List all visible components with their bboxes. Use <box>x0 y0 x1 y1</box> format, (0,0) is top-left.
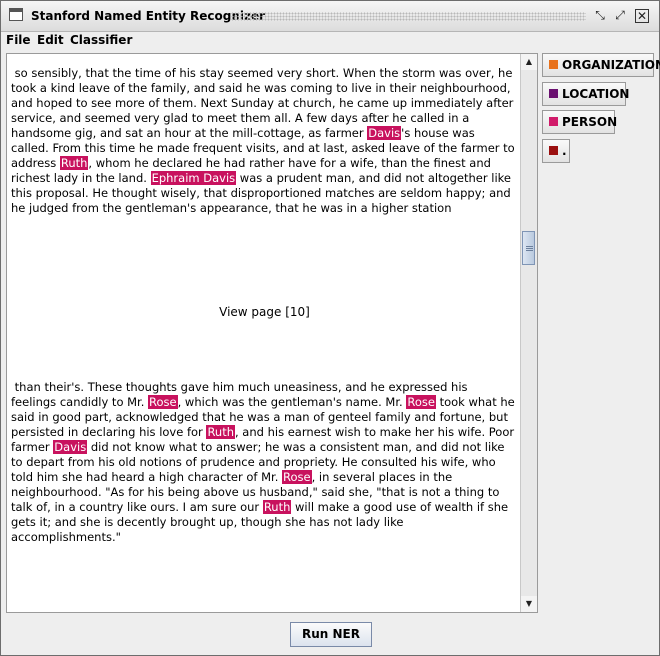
text-paragraph: than their's. These thoughts gave him mu… <box>11 380 516 545</box>
entity-highlight: Ruth <box>206 425 235 439</box>
entity-highlight: Davis <box>367 126 402 140</box>
entity-label: . <box>562 144 567 158</box>
scroll-up-icon[interactable]: ▲ <box>521 54 537 70</box>
menu-edit[interactable]: Edit <box>37 33 64 47</box>
entity-person-button[interactable]: PERSON <box>542 110 618 134</box>
entity-highlight: Rose <box>282 470 312 484</box>
entity-highlight: Ephraim Davis <box>150 171 237 185</box>
run-ner-button[interactable]: Run NER <box>290 622 372 647</box>
title-bar[interactable]: Stanford Named Entity Recognizer ⤡ ⤢ ✕ <box>1 1 659 32</box>
entity-highlight: Rose <box>148 395 178 409</box>
window-title: Stanford Named Entity Recognizer <box>31 9 266 23</box>
vertical-scrollbar[interactable]: ▲ ▼ <box>520 54 537 612</box>
entity-organization-button[interactable]: ORGANIZATION <box>542 53 660 77</box>
entity-location-button[interactable]: LOCATION <box>542 82 630 106</box>
document-text-pane[interactable]: so sensibly, that the time of his stay s… <box>6 53 538 613</box>
menu-classifier[interactable]: Classifier <box>70 33 132 47</box>
entity-other-button[interactable]: . <box>542 139 570 163</box>
entity-label: ORGANIZATION <box>562 58 660 72</box>
entity-label: LOCATION <box>562 87 630 101</box>
entity-highlight: Rose <box>406 395 436 409</box>
organization-color-swatch <box>549 60 558 69</box>
entity-highlight: Ruth <box>262 500 292 514</box>
text-segment: , which was the gentleman's name. Mr. <box>177 395 407 409</box>
menu-file[interactable]: File <box>6 33 31 47</box>
app-window: Stanford Named Entity Recognizer ⤡ ⤢ ✕ F… <box>0 0 660 656</box>
menu-bar: File Edit Classifier <box>1 32 659 50</box>
entity-highlight: Ruth <box>59 156 89 170</box>
person-color-swatch <box>549 117 558 126</box>
page-label: View page [10] <box>219 305 310 319</box>
minimize-icon[interactable]: ⤡ <box>592 8 608 23</box>
text-paragraph: so sensibly, that the time of his stay s… <box>11 66 516 216</box>
entity-highlight: Davis <box>53 440 88 454</box>
location-color-swatch <box>549 89 558 98</box>
maximize-icon[interactable]: ⤢ <box>612 8 628 23</box>
scrollbar-thumb[interactable] <box>522 231 535 265</box>
window-icon <box>9 8 23 21</box>
scroll-down-icon[interactable]: ▼ <box>521 596 537 612</box>
other-color-swatch <box>549 146 558 155</box>
title-bar-grip <box>231 12 586 21</box>
close-icon[interactable]: ✕ <box>635 9 649 23</box>
entity-label: PERSON <box>562 115 618 129</box>
